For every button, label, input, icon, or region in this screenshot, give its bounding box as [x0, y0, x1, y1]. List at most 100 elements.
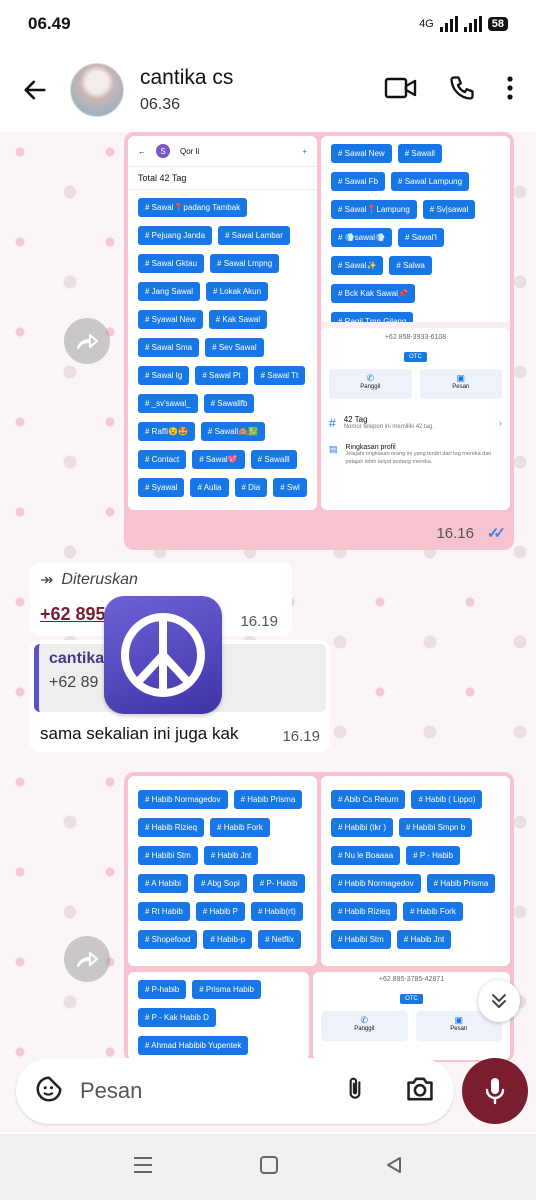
shot-profile-icon: ▤ — [329, 444, 338, 454]
sticker-button[interactable] — [34, 1074, 64, 1109]
tag-chip: # Habib Rizieq — [331, 902, 398, 921]
tag-chip: # Sawal New — [331, 144, 392, 163]
tag-chip: # Sawalll — [250, 450, 297, 469]
shot-account: Qor Ii — [180, 146, 200, 156]
contact-name: cantika cs — [140, 66, 234, 89]
home-button[interactable] — [259, 1155, 279, 1180]
tag-chip: # Sawal Pt — [195, 366, 248, 385]
tag-chip: # Habibi Smpn b — [399, 818, 473, 837]
message-input[interactable] — [80, 1078, 310, 1104]
tag-chip: # Abg Sopi — [194, 874, 247, 893]
peace-icon — [121, 613, 205, 697]
tag-chip: # Syawal New — [138, 310, 203, 329]
input-pill — [16, 1058, 454, 1124]
tag-chip: # Bck Kak Sawal📌 — [331, 284, 415, 303]
battery-icon: 58 — [487, 17, 508, 31]
image-message-1[interactable]: ← S Qor Ii + Total 42 Tag # Sawal📍padang… — [124, 132, 514, 550]
back-nav-button[interactable] — [384, 1155, 404, 1180]
screenshot-right[interactable]: +62 895-3785-42871 OTC ✆ Panggil ▣ Pesan — [313, 972, 510, 1060]
tag-chip: # Habibi (tkr ) — [331, 818, 394, 837]
tag-chip: # Prisma Habib — [192, 980, 261, 999]
forward-button[interactable] — [64, 318, 110, 364]
back-arrow-icon — [24, 80, 46, 100]
shot-tag-count: 42 Tag — [343, 415, 368, 424]
tag-list: # Sawal New # Sawall # Sawal Fb # Sawal Lam… — [321, 136, 510, 322]
tag-chip: # Habibi Stm — [331, 930, 391, 949]
shot-call: ✆ Panggil — [329, 369, 412, 399]
tag-chip: # Dia — [234, 478, 268, 497]
signal-icon — [439, 16, 458, 32]
read-receipt-icon: ✓✓ — [486, 525, 506, 542]
shot-back-icon: ← — [138, 146, 146, 156]
phone-icon — [450, 75, 474, 100]
voice-call-button[interactable] — [448, 74, 476, 107]
tag-chip: # Habib Normagedov — [138, 790, 228, 809]
contact-info[interactable]: cantika cs 06.36 — [140, 66, 233, 114]
shot-call: ✆ Panggil — [321, 1011, 408, 1041]
tag-chip: # Sv|sawal — [422, 200, 476, 219]
tag-chip: # Habib(rt) — [250, 902, 303, 921]
tag-chip: # Sawal Fb — [331, 172, 386, 191]
tag-chip: # Swl — [273, 478, 307, 497]
tag-chip: # Habib P — [195, 902, 245, 921]
tag-chip: # Sawal Tt — [253, 366, 306, 385]
tag-chip: # Lokak Akun — [206, 282, 269, 301]
triangle-back-icon — [386, 1156, 401, 1173]
video-call-button[interactable] — [384, 75, 418, 106]
tag-chip: # Nu le Boaaaa — [331, 846, 401, 865]
screenshot-left[interactable]: ← S Qor Ii + Total 42 Tag # Sawal📍padang… — [128, 136, 317, 510]
tag-chip: # Sawal Lampung — [391, 172, 470, 191]
tag-chip: # Sawal✨ — [331, 256, 384, 275]
image-message-2[interactable]: # Habib Normagedov # Habib Prisma # Habib … — [124, 772, 514, 1062]
tag-chip: # Sawal Lmpng — [210, 254, 280, 273]
forward-icon — [77, 952, 98, 967]
tag-chip: # Habib-p — [203, 930, 253, 949]
shot-profile-desc: Jelajahi ringkasan orang ini yang terdir… — [345, 451, 492, 465]
tag-chip: # Habib Rizieq — [138, 818, 205, 837]
video-call-icon — [384, 77, 417, 98]
tag-chip: # Sawal'l — [398, 228, 444, 247]
tag-chip: # Sawal Lambar — [218, 226, 290, 245]
peace-sticker[interactable] — [104, 596, 222, 714]
chat-area[interactable]: ← S Qor Ii + Total 42 Tag # Sawal📍padang… — [0, 132, 536, 1132]
message-text: sama sekalian ini juga kak — [40, 724, 239, 743]
shot-avatar: S — [156, 144, 170, 158]
forward-button[interactable] — [64, 936, 110, 982]
forwarded-phone-link[interactable]: +62 895 — [40, 604, 106, 625]
shot-chat-icon: ▣ — [456, 373, 465, 383]
network-type: 4G — [419, 18, 434, 30]
scroll-to-bottom-button[interactable] — [478, 980, 520, 1022]
tag-chip: # P-habib — [138, 980, 187, 999]
message-time: 16.19 — [240, 613, 278, 630]
back-button[interactable] — [0, 48, 70, 132]
tag-chip: # Sev Sawal — [205, 338, 264, 357]
tag-chip: # Kak Sawal — [208, 310, 268, 329]
tag-list: # Abib Cs Return # Habib ( Lippo) # Habibi… — [321, 776, 510, 957]
forwarded-label: Diteruskan — [61, 571, 138, 588]
shot-message: ▣ Pesan — [419, 369, 502, 399]
double-chevron-down-icon — [492, 994, 506, 1008]
sticker-icon — [36, 1076, 62, 1101]
shot-hash-icon: # — [329, 415, 336, 430]
last-seen: 06.36 — [140, 96, 181, 113]
more-vert-icon — [507, 75, 513, 100]
tag-list: # Habib Normagedov # Habib Prisma # Habib … — [128, 776, 317, 957]
screenshot-left[interactable]: # Habib Normagedov # Habib Prisma # Habib … — [128, 776, 317, 966]
shot-chevron-icon: › — [499, 417, 502, 428]
more-options-button[interactable] — [506, 75, 514, 106]
tag-list: # Sawal📍padang Tambak # Pejuang Janda # Sa… — [128, 190, 317, 505]
recents-button[interactable] — [132, 1155, 154, 1180]
camera-button[interactable] — [404, 1075, 436, 1108]
voice-record-button[interactable] — [462, 1058, 528, 1124]
tag-chip: # Shopefood — [138, 930, 198, 949]
message-composer — [0, 1048, 536, 1134]
screenshot-right[interactable]: # Abib Cs Return # Habib ( Lippo) # Habibi… — [321, 776, 510, 966]
tag-chip: # 💨sawal💨 — [331, 228, 393, 247]
message-time: 16.16 — [436, 525, 474, 542]
attach-button[interactable] — [342, 1074, 368, 1109]
shot-profile-title: Ringkasan profil — [345, 444, 396, 451]
contact-avatar[interactable] — [70, 63, 124, 117]
screenshot-right[interactable]: # Sawal New # Sawall # Sawal Fb # Sawal Lam… — [321, 136, 510, 510]
screenshot-left[interactable]: # P-habib # Prisma Habib # P - Kak Habib D… — [128, 972, 309, 1060]
microphone-icon — [485, 1078, 505, 1105]
